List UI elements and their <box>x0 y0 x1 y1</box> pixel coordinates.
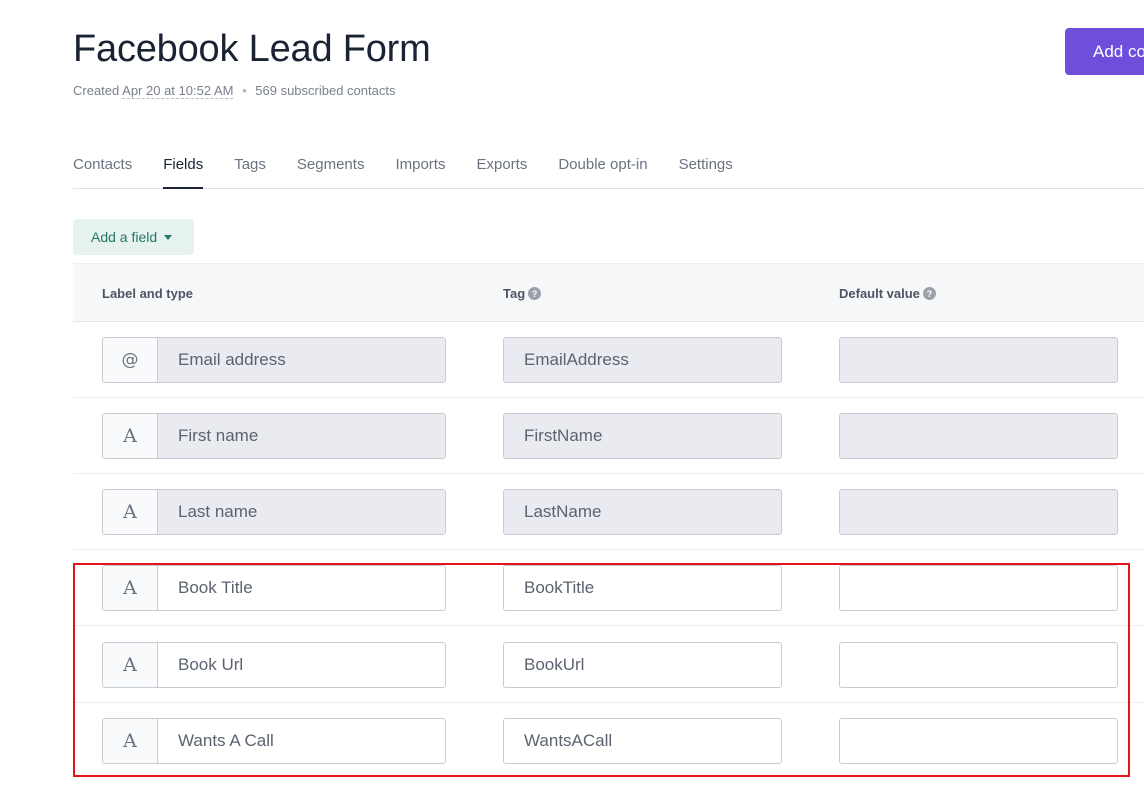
help-icon[interactable]: ? <box>528 287 542 300</box>
header-default-value-text: Default value <box>839 286 920 301</box>
text-type-icon[interactable]: A <box>103 566 158 610</box>
subscribed-count: 569 subscribed contacts <box>255 83 396 98</box>
text-type-icon[interactable]: A <box>103 719 158 763</box>
text-type-icon[interactable]: A <box>103 643 158 687</box>
help-icon[interactable]: ? <box>922 287 936 300</box>
created-date: Apr 20 at 10:52 AM <box>122 83 234 99</box>
field-row-book-url: A <box>73 627 1144 703</box>
field-default-input[interactable] <box>839 565 1118 611</box>
field-default-input[interactable] <box>839 489 1118 535</box>
header-tag-text: Tag <box>503 286 526 301</box>
tab-double-opt-in[interactable]: Double opt-in <box>558 140 647 189</box>
created-prefix: Created <box>73 83 120 98</box>
field-default-input[interactable] <box>839 642 1118 688</box>
caret-down-icon <box>164 234 173 240</box>
label-type-group: A <box>102 565 446 611</box>
header-label-type: Label and type <box>102 286 193 301</box>
tab-contacts[interactable]: Contacts <box>73 140 132 189</box>
field-label-input[interactable] <box>158 643 445 687</box>
header-default-value: Default value ? <box>839 286 936 301</box>
meta-separator: • <box>242 83 247 98</box>
field-label-input[interactable] <box>158 566 445 610</box>
field-default-input[interactable] <box>839 413 1118 459</box>
email-type-icon[interactable]: @ <box>103 338 158 382</box>
label-type-group: A <box>102 489 446 535</box>
field-row-last-name: A <box>73 474 1144 550</box>
tab-exports[interactable]: Exports <box>476 140 527 189</box>
field-row-book-title: A <box>73 550 1144 626</box>
label-type-group: A <box>102 642 446 688</box>
fields-table-header: Label and type Tag ? Default value ? <box>73 263 1144 322</box>
tab-settings[interactable]: Settings <box>679 140 733 189</box>
field-label-input[interactable] <box>158 490 445 534</box>
field-row-first-name: A <box>73 398 1144 474</box>
text-type-icon[interactable]: A <box>103 490 158 534</box>
tab-fields[interactable]: Fields <box>163 140 204 189</box>
header-tag: Tag ? <box>503 286 542 301</box>
add-field-label: Add a field <box>91 229 158 245</box>
field-tag-input[interactable] <box>503 489 782 535</box>
field-tag-input[interactable] <box>503 337 782 383</box>
field-label-input[interactable] <box>158 719 445 763</box>
field-tag-input[interactable] <box>503 642 782 688</box>
field-tag-input[interactable] <box>503 718 782 764</box>
field-tag-input[interactable] <box>503 565 782 611</box>
label-type-group: A <box>102 718 446 764</box>
add-contact-button[interactable]: Add contact <box>1065 28 1144 75</box>
field-default-input[interactable] <box>839 718 1118 764</box>
form-meta: Created Apr 20 at 10:52 AM • 569 subscri… <box>73 83 396 99</box>
field-row-email-address: @ <box>73 322 1144 398</box>
label-type-group: @ <box>102 337 446 383</box>
page-title: Facebook Lead Form <box>73 28 431 70</box>
add-field-dropdown[interactable]: Add a field <box>73 219 194 255</box>
tab-imports[interactable]: Imports <box>395 140 445 189</box>
header-label-type-text: Label and type <box>102 286 194 301</box>
tab-tags[interactable]: Tags <box>234 140 266 189</box>
field-default-input[interactable] <box>839 337 1118 383</box>
text-type-icon[interactable]: A <box>103 414 158 458</box>
label-type-group: A <box>102 413 446 459</box>
field-label-input[interactable] <box>158 338 445 382</box>
tab-segments[interactable]: Segments <box>297 140 365 189</box>
field-tag-input[interactable] <box>503 413 782 459</box>
field-label-input[interactable] <box>158 414 445 458</box>
field-row-wants-a-call: A <box>73 703 1144 779</box>
tab-bar: Contacts Fields Tags Segments Imports Ex… <box>73 140 1144 189</box>
